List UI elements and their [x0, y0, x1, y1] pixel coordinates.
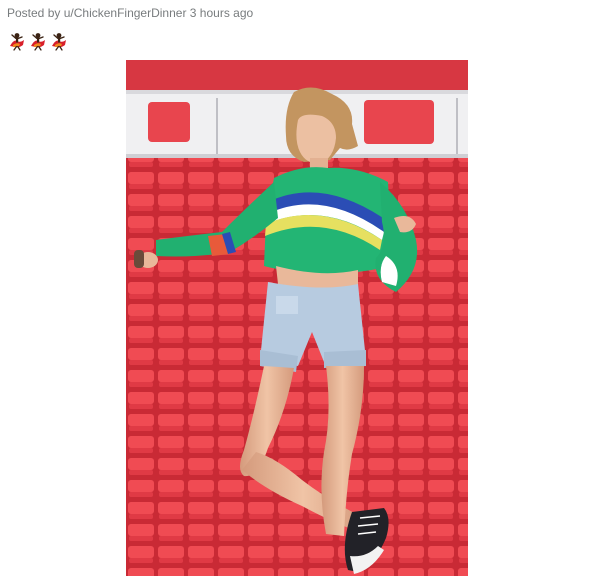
award-1[interactable] [7, 31, 27, 51]
award-3[interactable] [49, 31, 69, 51]
posted-by-label: Posted by [7, 6, 61, 20]
post-image-illustration [126, 60, 468, 576]
author-link[interactable]: u/ChickenFingerDinner [64, 6, 187, 20]
awards-row[interactable] [7, 30, 69, 52]
award-2[interactable] [28, 31, 48, 51]
dancing-award-icon [52, 33, 66, 51]
post-meta: Posted by u/ChickenFingerDinner 3 hours … [7, 6, 253, 20]
post-image[interactable] [126, 60, 468, 576]
dancing-award-icon [10, 33, 24, 51]
dancing-award-icon [31, 33, 45, 51]
post-time[interactable]: 3 hours ago [190, 6, 253, 20]
